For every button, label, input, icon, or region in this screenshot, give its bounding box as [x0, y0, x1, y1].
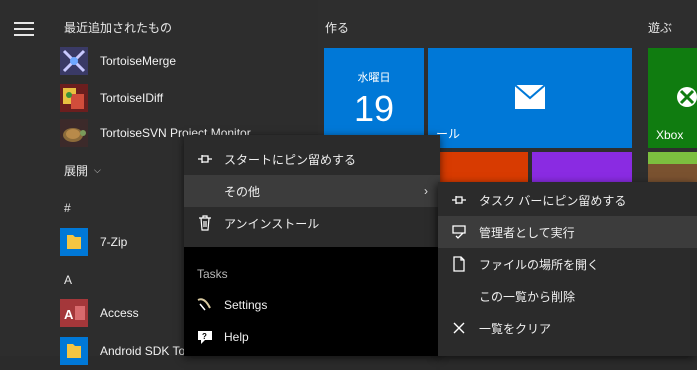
svg-text:?: ?: [202, 332, 207, 341]
app-label: TortoiseIDiff: [100, 91, 164, 105]
pin-icon: [196, 150, 214, 168]
close-icon: [450, 319, 468, 337]
clear-list-item[interactable]: 一覧をクリア: [438, 312, 697, 344]
pin-to-start-label: スタートにピン留めする: [224, 152, 357, 167]
app-context-menu: スタートにピン留めする その他 › アンインストール Tasks Setting…: [184, 135, 440, 356]
task-settings-label: Settings: [224, 298, 268, 312]
uninstall-item[interactable]: アンインストール: [184, 207, 440, 239]
shield-icon: [450, 223, 468, 241]
more-submenu: タスク バーにピン留めする 管理者として実行 ファイルの場所を開く この一覧から…: [438, 182, 697, 356]
pin-to-taskbar-item[interactable]: タスク バーにピン留めする: [438, 184, 697, 216]
remove-from-list-item[interactable]: この一覧から削除: [438, 280, 697, 312]
tortoiseidiff-icon: [60, 84, 88, 112]
app-label: Access: [100, 306, 139, 320]
tortoisesvn-icon: [60, 119, 88, 147]
remove-from-list-label: この一覧から削除: [479, 289, 576, 304]
settings-icon: [196, 296, 214, 314]
hamburger-menu-icon[interactable]: [14, 22, 34, 36]
expand-button[interactable]: 展開 ⌵: [64, 162, 101, 179]
app-label: 7-Zip: [100, 235, 128, 249]
clear-list-label: 一覧をクリア: [479, 321, 552, 336]
folder-icon: [60, 337, 88, 365]
task-help-item[interactable]: ? Help: [184, 321, 440, 353]
task-help-label: Help: [224, 330, 249, 344]
mail-icon: [514, 84, 546, 109]
run-as-admin-label: 管理者として実行: [479, 225, 575, 240]
access-icon: A: [60, 299, 88, 327]
more-item[interactable]: その他 ›: [184, 175, 440, 207]
run-as-admin-item[interactable]: 管理者として実行: [438, 216, 697, 248]
xbox-tile[interactable]: Xbox: [648, 48, 697, 148]
xbox-icon: [677, 87, 697, 107]
app-item-tortoiseidiff[interactable]: TortoiseIDiff: [60, 82, 310, 114]
app-item-tortoisemerge[interactable]: TortoiseMerge: [60, 45, 310, 77]
xbox-tile-label: Xbox: [656, 128, 684, 142]
app-label: TortoiseMerge: [100, 54, 177, 68]
mail-tile[interactable]: ール: [428, 48, 632, 148]
open-file-location-item[interactable]: ファイルの場所を開く: [438, 248, 697, 280]
pin-to-taskbar-label: タスク バーにピン留めする: [479, 193, 627, 208]
tasks-header: Tasks: [197, 267, 228, 281]
tile-group-header-play[interactable]: 遊ぶ: [648, 19, 672, 36]
tortoisemerge-icon: [60, 47, 88, 75]
expand-label: 展開: [64, 164, 89, 178]
recent-section-header: 最近追加されたもの: [64, 21, 173, 35]
tile-group-header-create[interactable]: 作る: [325, 19, 349, 36]
trash-icon: [196, 214, 214, 232]
folder-icon: [60, 228, 88, 256]
calendar-date: 19: [353, 88, 395, 129]
chevron-down-icon: ⌵: [94, 165, 101, 175]
pin-to-start-item[interactable]: スタートにピン留めする: [184, 143, 440, 175]
svg-text:A: A: [64, 307, 74, 322]
more-label: その他: [224, 184, 261, 199]
file-icon: [450, 255, 468, 273]
open-file-location-label: ファイルの場所を開く: [479, 257, 600, 272]
calendar-day: 水曜日: [357, 72, 391, 84]
section-header-hash[interactable]: #: [64, 201, 71, 215]
calendar-tile[interactable]: 水曜日 19: [324, 48, 424, 148]
task-settings-item[interactable]: Settings: [184, 289, 440, 321]
submenu-arrow-icon: ›: [424, 184, 428, 198]
uninstall-label: アンインストール: [224, 216, 320, 231]
help-icon: ?: [196, 328, 214, 346]
pin-icon: [450, 191, 468, 209]
section-header-a[interactable]: A: [64, 273, 72, 287]
